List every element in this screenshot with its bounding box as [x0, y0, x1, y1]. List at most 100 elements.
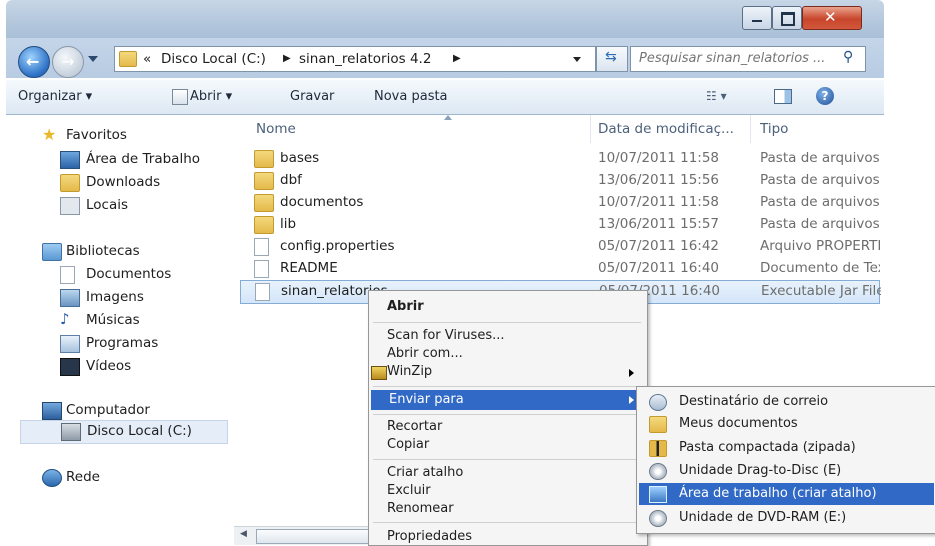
- send-to-desktop-shortcut[interactable]: Área de trabalho (criar atalho): [639, 483, 934, 505]
- send-to-mail[interactable]: Destinatário de correio: [639, 391, 934, 413]
- column-header-type[interactable]: Tipo: [760, 121, 788, 137]
- send-to-my-documents[interactable]: Meus documentos: [639, 413, 934, 435]
- send-to-my-documents-label: Meus documentos: [679, 416, 798, 431]
- folder-icon: [254, 150, 274, 168]
- column-headers: Nome Data de modificaç... Tipo: [234, 115, 880, 143]
- menu-winzip[interactable]: WinZip: [387, 364, 432, 379]
- file-date: 10/07/2011 11:58: [598, 194, 720, 210]
- file-date: 13/06/2011 15:56: [598, 172, 720, 188]
- file-type: Pasta de arquivos: [760, 216, 880, 232]
- menu-separator: [373, 522, 641, 523]
- file-type: Arquivo PROPERTIES: [760, 238, 880, 254]
- send-to-mail-label: Destinatário de correio: [679, 394, 829, 409]
- menu-properties[interactable]: Propriedades: [387, 529, 472, 544]
- nav-local-disk-label: Disco Local (C:): [87, 423, 192, 439]
- breadcrumb-disco-local[interactable]: Disco Local (C:): [161, 51, 266, 67]
- column-divider[interactable]: [750, 115, 751, 143]
- nav-computer-label: Computador: [66, 402, 150, 418]
- close-button[interactable]: ✕: [802, 6, 862, 30]
- view-options-icon[interactable]: ☷ ▾: [706, 89, 727, 103]
- open-button[interactable]: Abrir ▾: [190, 89, 232, 104]
- nav-downloads-label: Downloads: [86, 174, 161, 190]
- table-row[interactable]: lib 13/06/2011 15:57 Pasta de arquivos: [240, 214, 880, 236]
- table-row[interactable]: README 05/07/2011 16:40 Documento de Tex…: [240, 258, 880, 280]
- file-type: Executable Jar File: [761, 283, 881, 299]
- help-icon[interactable]: ?: [816, 87, 834, 105]
- send-to-zip[interactable]: Pasta compactada (zipada): [639, 437, 934, 459]
- minimize-button[interactable]: [742, 6, 772, 30]
- nav-music-label: Músicas: [86, 312, 140, 328]
- burn-button[interactable]: Gravar: [290, 89, 334, 104]
- send-to-drag-to-disc[interactable]: Unidade Drag-to-Disc (E): [639, 460, 934, 482]
- menu-separator: [373, 386, 641, 387]
- nav-documents-label: Documentos: [86, 266, 172, 282]
- mail-icon: [649, 394, 667, 411]
- menu-open[interactable]: Abrir: [387, 299, 424, 314]
- breadcrumb-separator-icon[interactable]: ▶: [283, 53, 291, 64]
- winzip-icon: [371, 366, 387, 380]
- explorer-window: ✕ ← → « Disco Local (C:) ▶ sinan_relator…: [0, 0, 935, 546]
- preview-pane-icon[interactable]: [774, 89, 792, 104]
- breadcrumb-separator-icon[interactable]: ▶: [453, 53, 461, 64]
- desktop-shortcut-icon: [649, 486, 667, 503]
- breadcrumb-sinan-relatorios[interactable]: sinan_relatorios 4.2: [299, 51, 431, 67]
- navigation-pane: ★ Favoritos Área de Trabalho Downloads L…: [6, 115, 232, 544]
- images-icon: [60, 289, 80, 307]
- menu-delete[interactable]: Excluir: [387, 483, 431, 498]
- table-row[interactable]: dbf 13/06/2011 15:56 Pasta de arquivos: [240, 170, 880, 192]
- table-row[interactable]: config.properties 05/07/2011 16:42 Arqui…: [240, 236, 880, 258]
- file-type: Pasta de arquivos: [760, 194, 880, 210]
- table-row[interactable]: bases 10/07/2011 11:58 Pasta de arquivos: [240, 148, 880, 170]
- back-button[interactable]: ←: [18, 46, 50, 78]
- recent-pages-dropdown[interactable]: [88, 56, 98, 62]
- open-app-icon: [172, 89, 188, 105]
- menu-separator: [373, 322, 641, 323]
- send-to-submenu: Destinatário de correio Meus documentos …: [636, 386, 935, 534]
- folder-icon: [254, 172, 274, 190]
- nav-desktop-label: Área de Trabalho: [86, 151, 201, 167]
- places-icon: [60, 197, 80, 215]
- file-name: lib: [280, 216, 297, 232]
- menu-cut[interactable]: Recortar: [387, 419, 442, 434]
- drive-icon: [61, 423, 81, 441]
- send-to-drag-to-disc-label: Unidade Drag-to-Disc (E): [679, 463, 842, 478]
- folder-icon: [254, 194, 274, 212]
- search-box[interactable]: ⚲: [630, 46, 866, 72]
- dvd-drive-icon: [649, 510, 667, 527]
- send-to-dvd-ram[interactable]: Unidade de DVD-RAM (E:): [639, 507, 934, 529]
- file-date: 10/07/2011 11:58: [598, 150, 720, 166]
- nav-network-label: Rede: [66, 469, 100, 485]
- menu-create-shortcut[interactable]: Criar atalho: [387, 465, 463, 480]
- address-bar[interactable]: « Disco Local (C:) ▶ sinan_relatorios 4.…: [114, 46, 596, 72]
- submenu-arrow-icon: [629, 369, 634, 377]
- nav-places-label: Locais: [86, 197, 129, 213]
- file-name: dbf: [280, 172, 302, 188]
- maximize-button[interactable]: [772, 6, 802, 30]
- menu-send-to[interactable]: Enviar para: [371, 390, 643, 410]
- organize-button[interactable]: Organizar ▾: [18, 89, 92, 104]
- search-icon[interactable]: ⚲: [843, 49, 853, 65]
- file-date: 05/07/2011 16:42: [598, 238, 720, 254]
- new-folder-button[interactable]: Nova pasta: [374, 89, 448, 104]
- address-dropdown-icon[interactable]: [573, 57, 581, 62]
- table-row[interactable]: documentos 10/07/2011 11:58 Pasta de arq…: [240, 192, 880, 214]
- breadcrumb-overflow[interactable]: «: [143, 51, 151, 67]
- disc-drive-icon: [649, 463, 667, 480]
- menu-scan-viruses[interactable]: Scan for Viruses...: [387, 328, 505, 343]
- folder-icon: [254, 216, 274, 234]
- menu-rename[interactable]: Renomear: [387, 501, 454, 516]
- file-name: config.properties: [280, 238, 395, 254]
- nav-local-disk[interactable]: Disco Local (C:): [20, 420, 228, 444]
- file-type: Pasta de arquivos: [760, 150, 880, 166]
- column-divider[interactable]: [590, 115, 591, 143]
- music-icon: ♪: [60, 310, 70, 328]
- menu-open-with[interactable]: Abrir com...: [387, 346, 463, 361]
- menu-copy[interactable]: Copiar: [387, 437, 429, 452]
- refresh-button[interactable]: ⇆: [596, 46, 628, 72]
- column-header-date[interactable]: Data de modificaç...: [598, 121, 734, 137]
- search-input[interactable]: [637, 50, 837, 67]
- column-header-name[interactable]: Nome: [256, 121, 296, 137]
- file-type: Pasta de arquivos: [760, 172, 880, 188]
- forward-button[interactable]: →: [52, 46, 84, 78]
- scroll-left-icon[interactable]: ◀: [240, 529, 247, 539]
